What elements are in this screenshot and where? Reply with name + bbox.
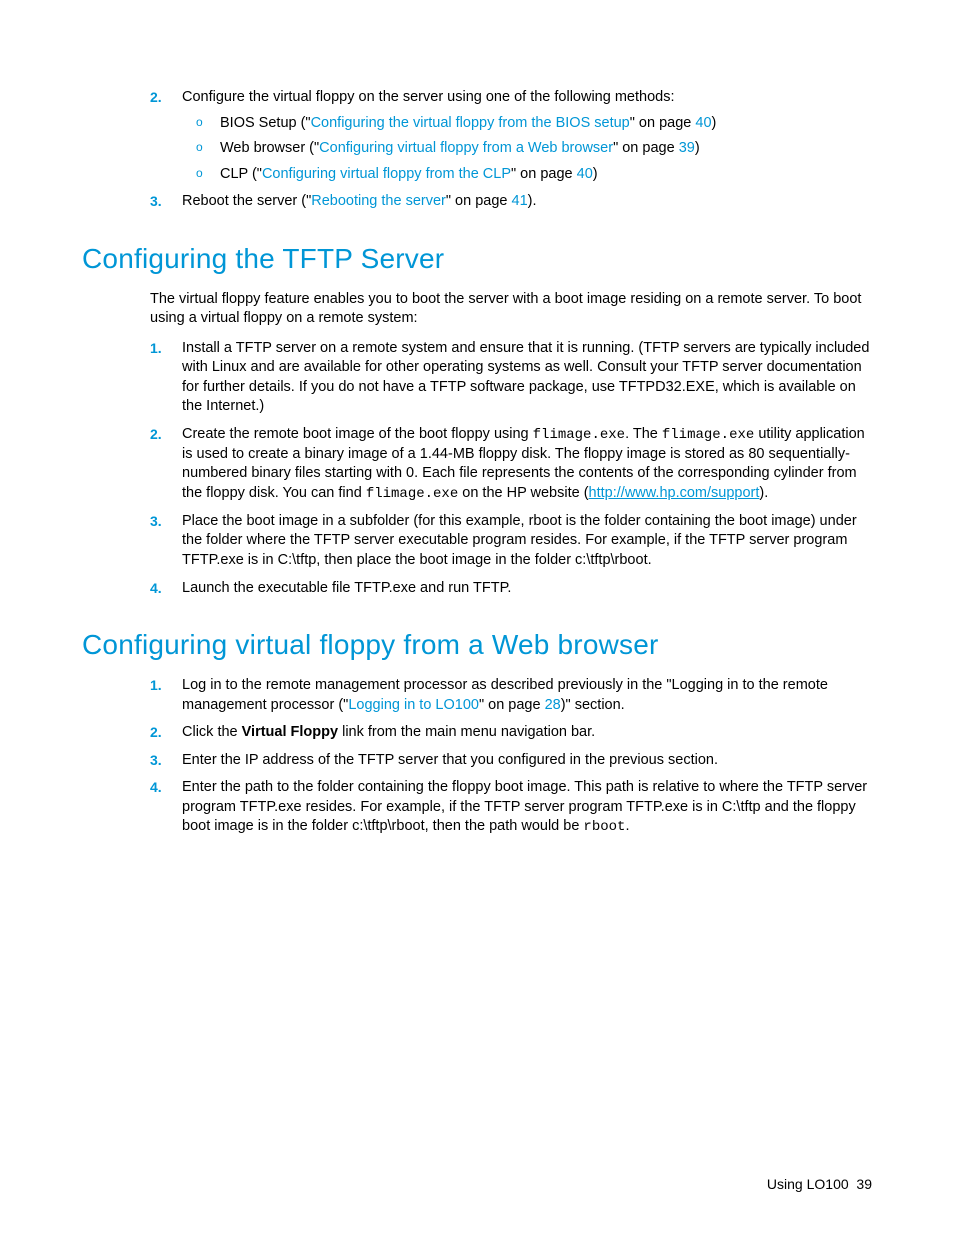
link-web-browser[interactable]: Configuring virtual floppy from a Web br…: [319, 140, 613, 156]
code-flimage-2: flimage.exe: [662, 427, 754, 443]
sub-web: Web browser ("Configuring virtual floppy…: [182, 139, 872, 159]
sub-clp: CLP ("Configuring virtual floppy from th…: [182, 165, 872, 185]
tftp-intro: The virtual floppy feature enables you t…: [82, 290, 872, 329]
link-page-41[interactable]: 41: [512, 193, 528, 209]
heading-tftp: Configuring the TFTP Server: [82, 240, 872, 278]
page-footer: Using LO100 39: [767, 1175, 872, 1194]
step-2: Configure the virtual floppy on the serv…: [82, 88, 872, 184]
link-login-lo100[interactable]: Logging in to LO100: [348, 697, 479, 713]
footer-section: Using LO100: [767, 1176, 849, 1192]
link-clp[interactable]: Configuring virtual floppy from the CLP: [262, 166, 511, 182]
tftp-step-3: Place the boot image in a subfolder (for…: [82, 512, 872, 571]
link-page-39[interactable]: 39: [679, 140, 695, 156]
tftp-step-4: Launch the executable file TFTP.exe and …: [82, 579, 872, 599]
code-flimage-3: flimage.exe: [366, 486, 458, 502]
step-2-text: Configure the virtual floppy on the serv…: [182, 89, 674, 105]
link-page-40a[interactable]: 40: [695, 115, 711, 131]
top-steps: Configure the virtual floppy on the serv…: [82, 88, 872, 212]
sub-bios: BIOS Setup ("Configuring the virtual flo…: [182, 114, 872, 134]
link-reboot[interactable]: Rebooting the server: [311, 193, 446, 209]
web-step-4: Enter the path to the folder containing …: [82, 778, 872, 837]
link-page-40b[interactable]: 40: [577, 166, 593, 182]
tftp-steps: Install a TFTP server on a remote system…: [82, 339, 872, 598]
bold-virtual-floppy: Virtual Floppy: [242, 724, 338, 740]
link-hp-support[interactable]: http://www.hp.com/support: [589, 485, 760, 501]
tftp-step-1: Install a TFTP server on a remote system…: [82, 339, 872, 417]
link-page-28[interactable]: 28: [545, 697, 561, 713]
code-rboot: rboot: [583, 819, 625, 835]
web-step-3: Enter the IP address of the TFTP server …: [82, 751, 872, 771]
footer-page-number: 39: [856, 1176, 872, 1192]
web-steps: Log in to the remote management processo…: [82, 676, 872, 837]
step-2-sublist: BIOS Setup ("Configuring the virtual flo…: [182, 114, 872, 185]
link-bios-setup[interactable]: Configuring the virtual floppy from the …: [311, 115, 630, 131]
heading-web: Configuring virtual floppy from a Web br…: [82, 626, 872, 664]
tftp-step-2: Create the remote boot image of the boot…: [82, 425, 872, 504]
code-flimage-1: flimage.exe: [533, 427, 625, 443]
step-3: Reboot the server ("Rebooting the server…: [82, 192, 872, 212]
web-step-2: Click the Virtual Floppy link from the m…: [82, 723, 872, 743]
web-step-1: Log in to the remote management processo…: [82, 676, 872, 715]
